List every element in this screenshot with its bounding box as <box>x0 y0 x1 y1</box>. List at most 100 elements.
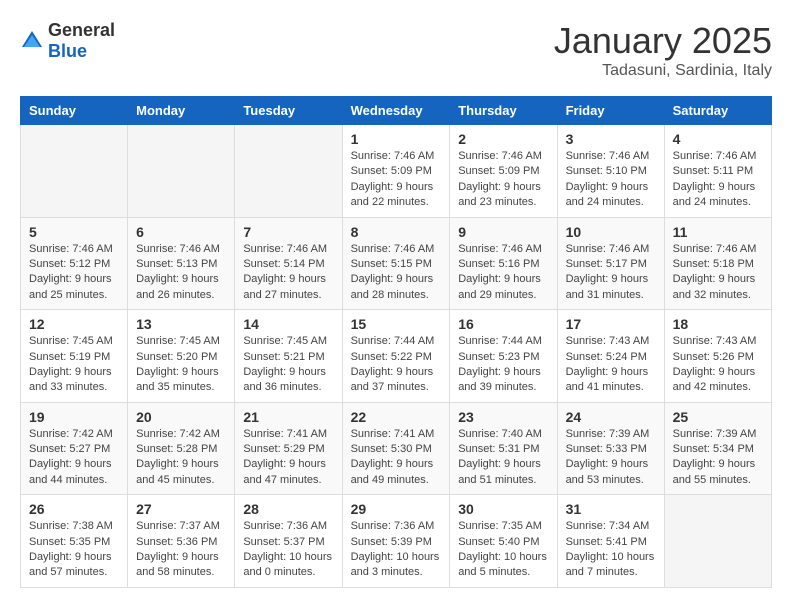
day-info: Sunrise: 7:44 AM Sunset: 5:23 PM Dayligh… <box>458 334 548 396</box>
calendar-cell: 4 Sunrise: 7:46 AM Sunset: 5:11 PM Daylig… <box>664 125 771 218</box>
day-info: Sunrise: 7:46 AM Sunset: 5:16 PM Dayligh… <box>458 242 548 304</box>
day-number: 24 <box>566 409 656 425</box>
day-info: Sunrise: 7:44 AM Sunset: 5:22 PM Dayligh… <box>351 334 442 396</box>
day-info: Sunrise: 7:45 AM Sunset: 5:20 PM Dayligh… <box>136 334 226 396</box>
weekday-header-friday: Friday <box>557 97 664 125</box>
calendar-cell: 7Sunrise: 7:46 AM Sunset: 5:14 PM Daylig… <box>235 217 342 310</box>
day-info: Sunrise: 7:37 AM Sunset: 5:36 PM Dayligh… <box>136 519 226 581</box>
calendar-row: 12 Sunrise: 7:45 AM Sunset: 5:19 PM Dayli… <box>21 310 772 403</box>
calendar-row: 5 Sunrise: 7:46 AM Sunset: 5:12 PM Daylig… <box>21 217 772 310</box>
calendar-cell <box>21 125 128 218</box>
calendar-cell: 31Sunrise: 7:34 AM Sunset: 5:41 PM Dayli… <box>557 495 664 588</box>
day-number: 6 <box>136 224 226 240</box>
day-info: Sunrise: 7:43 AM Sunset: 5:26 PM Dayligh… <box>673 334 763 396</box>
calendar: SundayMondayTuesdayWednesdayThursdayFrid… <box>20 96 772 588</box>
weekday-header-row: SundayMondayTuesdayWednesdayThursdayFrid… <box>21 97 772 125</box>
day-info: Sunrise: 7:46 AM Sunset: 5:10 PM Dayligh… <box>566 149 656 211</box>
day-info: Sunrise: 7:46 AM Sunset: 5:17 PM Dayligh… <box>566 242 656 304</box>
calendar-cell: 19 Sunrise: 7:42 AM Sunset: 5:27 PM Dayli… <box>21 402 128 495</box>
calendar-row: 1 Sunrise: 7:46 AM Sunset: 5:09 PM Daylig… <box>21 125 772 218</box>
logo-general-text: General <box>48 20 115 40</box>
weekday-header-sunday: Sunday <box>21 97 128 125</box>
day-info: Sunrise: 7:36 AM Sunset: 5:39 PM Dayligh… <box>351 519 442 581</box>
calendar-cell: 27 Sunrise: 7:37 AM Sunset: 5:36 PM Dayli… <box>128 495 235 588</box>
day-info: Sunrise: 7:39 AM Sunset: 5:34 PM Dayligh… <box>673 427 763 489</box>
title-area: January 2025 Tadasuni, Sardinia, Italy <box>554 20 772 80</box>
day-number: 4 <box>673 131 763 147</box>
day-number: 3 <box>566 131 656 147</box>
day-info: Sunrise: 7:45 AM Sunset: 5:21 PM Dayligh… <box>243 334 333 396</box>
day-number: 16 <box>458 316 548 332</box>
day-info: Sunrise: 7:43 AM Sunset: 5:24 PM Dayligh… <box>566 334 656 396</box>
day-info: Sunrise: 7:40 AM Sunset: 5:31 PM Dayligh… <box>458 427 548 489</box>
calendar-cell: 13 Sunrise: 7:45 AM Sunset: 5:20 PM Dayli… <box>128 310 235 403</box>
calendar-cell: 12 Sunrise: 7:45 AM Sunset: 5:19 PM Dayli… <box>21 310 128 403</box>
day-number: 30 <box>458 501 548 517</box>
day-number: 21 <box>243 409 333 425</box>
calendar-cell: 17 Sunrise: 7:43 AM Sunset: 5:24 PM Dayli… <box>557 310 664 403</box>
calendar-cell: 6 Sunrise: 7:46 AM Sunset: 5:13 PM Daylig… <box>128 217 235 310</box>
day-number: 26 <box>29 501 119 517</box>
day-number: 1 <box>351 131 442 147</box>
day-number: 28 <box>243 501 333 517</box>
day-number: 17 <box>566 316 656 332</box>
weekday-header-saturday: Saturday <box>664 97 771 125</box>
calendar-cell: 24Sunrise: 7:39 AM Sunset: 5:33 PM Dayli… <box>557 402 664 495</box>
day-number: 29 <box>351 501 442 517</box>
day-number: 8 <box>351 224 442 240</box>
day-number: 25 <box>673 409 763 425</box>
calendar-cell: 16 Sunrise: 7:44 AM Sunset: 5:23 PM Dayli… <box>450 310 557 403</box>
day-info: Sunrise: 7:46 AM Sunset: 5:09 PM Dayligh… <box>351 149 442 211</box>
day-info: Sunrise: 7:41 AM Sunset: 5:30 PM Dayligh… <box>351 427 442 489</box>
day-info: Sunrise: 7:45 AM Sunset: 5:19 PM Dayligh… <box>29 334 119 396</box>
calendar-cell: 20Sunrise: 7:42 AM Sunset: 5:28 PM Dayli… <box>128 402 235 495</box>
day-info: Sunrise: 7:46 AM Sunset: 5:15 PM Dayligh… <box>351 242 442 304</box>
weekday-header-tuesday: Tuesday <box>235 97 342 125</box>
day-info: Sunrise: 7:38 AM Sunset: 5:35 PM Dayligh… <box>29 519 119 581</box>
day-number: 14 <box>243 316 333 332</box>
day-number: 19 <box>29 409 119 425</box>
calendar-cell: 28 Sunrise: 7:36 AM Sunset: 5:37 PM Dayli… <box>235 495 342 588</box>
calendar-cell: 30 Sunrise: 7:35 AM Sunset: 5:40 PM Dayli… <box>450 495 557 588</box>
calendar-cell: 29 Sunrise: 7:36 AM Sunset: 5:39 PM Dayli… <box>342 495 450 588</box>
day-info: Sunrise: 7:46 AM Sunset: 5:12 PM Dayligh… <box>29 242 119 304</box>
day-info: Sunrise: 7:35 AM Sunset: 5:40 PM Dayligh… <box>458 519 548 581</box>
calendar-cell: 14 Sunrise: 7:45 AM Sunset: 5:21 PM Dayli… <box>235 310 342 403</box>
day-info: Sunrise: 7:42 AM Sunset: 5:28 PM Dayligh… <box>136 427 226 489</box>
day-number: 23 <box>458 409 548 425</box>
calendar-cell: 1 Sunrise: 7:46 AM Sunset: 5:09 PM Daylig… <box>342 125 450 218</box>
day-number: 12 <box>29 316 119 332</box>
day-number: 5 <box>29 224 119 240</box>
day-info: Sunrise: 7:46 AM Sunset: 5:11 PM Dayligh… <box>673 149 763 211</box>
day-info: Sunrise: 7:46 AM Sunset: 5:09 PM Dayligh… <box>458 149 548 211</box>
header: General Blue January 2025 Tadasuni, Sard… <box>20 20 772 80</box>
day-info: Sunrise: 7:46 AM Sunset: 5:18 PM Dayligh… <box>673 242 763 304</box>
calendar-cell <box>128 125 235 218</box>
day-number: 13 <box>136 316 226 332</box>
calendar-row: 19 Sunrise: 7:42 AM Sunset: 5:27 PM Dayli… <box>21 402 772 495</box>
calendar-cell: 2 Sunrise: 7:46 AM Sunset: 5:09 PM Daylig… <box>450 125 557 218</box>
calendar-cell: 3 Sunrise: 7:46 AM Sunset: 5:10 PM Daylig… <box>557 125 664 218</box>
calendar-row: 26 Sunrise: 7:38 AM Sunset: 5:35 PM Dayli… <box>21 495 772 588</box>
day-info: Sunrise: 7:42 AM Sunset: 5:27 PM Dayligh… <box>29 427 119 489</box>
day-info: Sunrise: 7:36 AM Sunset: 5:37 PM Dayligh… <box>243 519 333 581</box>
day-number: 7 <box>243 224 333 240</box>
calendar-cell: 23 Sunrise: 7:40 AM Sunset: 5:31 PM Dayli… <box>450 402 557 495</box>
calendar-cell: 25 Sunrise: 7:39 AM Sunset: 5:34 PM Dayli… <box>664 402 771 495</box>
day-number: 11 <box>673 224 763 240</box>
day-number: 27 <box>136 501 226 517</box>
logo: General Blue <box>20 20 115 62</box>
location-title: Tadasuni, Sardinia, Italy <box>554 62 772 80</box>
calendar-cell: 21Sunrise: 7:41 AM Sunset: 5:29 PM Dayli… <box>235 402 342 495</box>
logo-blue-text: Blue <box>48 41 87 61</box>
day-number: 9 <box>458 224 548 240</box>
calendar-cell <box>664 495 771 588</box>
day-number: 2 <box>458 131 548 147</box>
calendar-cell: 8 Sunrise: 7:46 AM Sunset: 5:15 PM Daylig… <box>342 217 450 310</box>
logo-icon <box>20 29 44 53</box>
day-number: 31 <box>566 501 656 517</box>
day-info: Sunrise: 7:46 AM Sunset: 5:13 PM Dayligh… <box>136 242 226 304</box>
weekday-header-thursday: Thursday <box>450 97 557 125</box>
calendar-cell: 26 Sunrise: 7:38 AM Sunset: 5:35 PM Dayli… <box>21 495 128 588</box>
month-title: January 2025 <box>554 20 772 62</box>
